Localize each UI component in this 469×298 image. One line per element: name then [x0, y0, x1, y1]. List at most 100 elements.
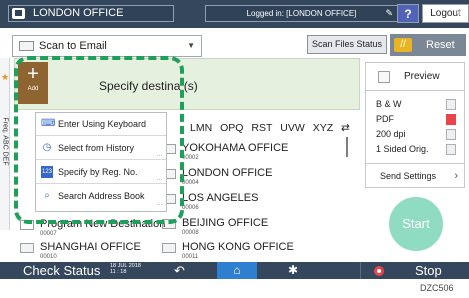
- menu-item-label: Enter Using Keyboard: [58, 119, 147, 129]
- scan-mode-label: Scan to Email: [39, 40, 107, 52]
- figure-code: DZC506: [420, 283, 454, 293]
- menu-item-label: Specify by Reg. No.: [58, 167, 138, 177]
- add-label: Add: [27, 86, 39, 92]
- destination-name: HONG KONG OFFICE: [182, 241, 294, 253]
- list-item[interactable]: SHANGHAI OFFICE 00010: [20, 240, 141, 262]
- check-status-button[interactable]: Check Status: [23, 262, 100, 279]
- home-button[interactable]: ⌂: [217, 262, 257, 279]
- scan-mode-select[interactable]: Scan to Email ▼: [12, 35, 202, 57]
- list-item[interactable]: BEIJING OFFICE 00008: [162, 216, 269, 238]
- reset-icon: //: [394, 38, 412, 52]
- search-icon: ⌕: [44, 190, 50, 201]
- select-from-history-item[interactable]: ◷ Select from History …: [36, 137, 166, 160]
- login-status-text: Logged in: [LONDON OFFICE]: [246, 9, 357, 18]
- back-icon[interactable]: ↶: [174, 262, 185, 279]
- menu-item-label: Search Address Book: [58, 191, 145, 201]
- program-destination-icon: [20, 220, 34, 230]
- tab-uvw[interactable]: UVW: [280, 120, 305, 137]
- reset-label: Reset: [426, 39, 455, 51]
- orig-setting: 1 Sided Orig.: [376, 144, 456, 155]
- setting-value: B & W: [376, 99, 402, 109]
- destination-number: 00011: [182, 254, 199, 260]
- keyboard-icon: ⌨: [41, 118, 56, 129]
- side-tab-label: Freq. ABC DEF: [1, 117, 9, 166]
- plus-icon: +: [27, 63, 39, 85]
- search-address-book-item[interactable]: ⌕ Search Address Book …: [36, 185, 166, 208]
- scan-files-status-button[interactable]: Scan Files Status: [307, 35, 387, 54]
- destination-name: BEIJING OFFICE: [182, 217, 269, 229]
- list-item[interactable]: LOS ANGELES 00006: [162, 191, 259, 213]
- index-side-tab[interactable]: ★ Freq. ABC DEF: [0, 58, 10, 230]
- resolution-icon: [446, 129, 456, 140]
- setting-value: PDF: [376, 114, 394, 124]
- app-title-box: LONDON OFFICE: [8, 5, 174, 22]
- destination-number: 00004: [182, 180, 199, 186]
- gear-icon[interactable]: ✱: [288, 262, 298, 279]
- specify-destination-text: Specify destina (s): [99, 79, 198, 93]
- help-button[interactable]: ?: [397, 4, 419, 23]
- specify-by-reg-no-item[interactable]: 123 Specify by Reg. No. …: [36, 161, 166, 184]
- stop-icon[interactable]: [374, 266, 384, 276]
- resolution-setting: 200 dpi: [376, 129, 456, 140]
- start-button[interactable]: Start: [389, 197, 443, 251]
- index-tabs: LMN OPQ RST UVW XYZ ⇄: [190, 120, 350, 137]
- enter-using-keyboard-item[interactable]: ⌨ Enter Using Keyboard: [36, 113, 166, 136]
- pdf-icon: [446, 114, 456, 125]
- add-destination-button[interactable]: + Add: [18, 62, 48, 104]
- send-settings-label: Send Settings: [380, 171, 437, 181]
- tab-lmn[interactable]: LMN: [190, 120, 212, 137]
- preview-toggle[interactable]: Preview: [366, 63, 464, 91]
- energy-saver-icon[interactable]: ☾: [454, 4, 469, 23]
- destination-number: 00006: [182, 205, 199, 211]
- chevron-down-icon: ▼: [187, 41, 195, 50]
- color-mode-icon: [446, 99, 456, 110]
- color-setting: B & W: [376, 99, 456, 110]
- star-icon: ★: [0, 72, 10, 82]
- destination-number: 00010: [40, 254, 57, 260]
- date-time: 18 JUL 2018 11 : 18: [110, 263, 141, 275]
- edit-pen-icon: ✎: [385, 8, 393, 18]
- more-dots-icon: …: [156, 151, 163, 158]
- send-settings-button[interactable]: Send Settings ›: [366, 163, 464, 187]
- chevron-right-icon: ›: [454, 170, 458, 182]
- login-status[interactable]: Logged in: [LONDON OFFICE] ✎: [205, 5, 398, 22]
- preview-label: Preview: [404, 71, 440, 82]
- destination-number: 00007: [40, 231, 57, 237]
- home-badge-icon: [12, 8, 25, 19]
- destination-name: LOS ANGELES: [182, 192, 259, 204]
- list-item[interactable]: HONG KONG OFFICE 00011: [162, 240, 294, 262]
- email-envelope-icon: [19, 41, 34, 51]
- tab-rst[interactable]: RST: [251, 120, 272, 137]
- history-icon: ◷: [42, 142, 52, 153]
- file-type-setting: PDF: [376, 114, 456, 125]
- destination-number: 00002: [182, 155, 199, 161]
- menu-item-label: Select from History: [58, 143, 135, 153]
- destination-name: SHANGHAI OFFICE: [40, 241, 141, 253]
- reset-button[interactable]: // Reset: [390, 34, 466, 56]
- more-dots-icon: …: [156, 200, 163, 207]
- specify-destination-menu: ⌨ Enter Using Keyboard ◷ Select from His…: [35, 112, 167, 212]
- list-item[interactable]: YOKOHAMA OFFICE 00002: [162, 141, 289, 163]
- app-title: LONDON OFFICE: [33, 7, 124, 19]
- list-item[interactable]: Program New Destination 00007: [20, 217, 165, 239]
- list-item[interactable]: LONDON OFFICE 00004: [162, 166, 273, 188]
- preview-checkbox[interactable]: [378, 71, 390, 83]
- reg-number-icon: 123: [41, 166, 53, 178]
- settings-panel: Preview B & W PDF 200 dpi 1 Sided Orig. …: [365, 62, 465, 188]
- setting-value: 1 Sided Orig.: [376, 144, 429, 154]
- swap-order-icon[interactable]: ⇄: [341, 120, 350, 137]
- envelope-icon: [162, 243, 176, 253]
- time: 11 : 18: [110, 269, 127, 275]
- original-side-icon: [446, 144, 456, 155]
- destination-number: 00008: [182, 230, 199, 236]
- setting-value: 200 dpi: [376, 129, 406, 139]
- stop-button[interactable]: Stop: [415, 262, 442, 279]
- envelope-icon: [20, 243, 34, 253]
- tab-xyz[interactable]: XYZ: [313, 120, 333, 137]
- more-dots-icon: …: [156, 175, 163, 182]
- tab-opq[interactable]: OPQ: [220, 120, 243, 137]
- destination-name: YOKOHAMA OFFICE: [182, 142, 289, 154]
- scrollbar[interactable]: [346, 137, 348, 157]
- divider: [360, 262, 361, 279]
- destination-name: LONDON OFFICE: [182, 167, 273, 179]
